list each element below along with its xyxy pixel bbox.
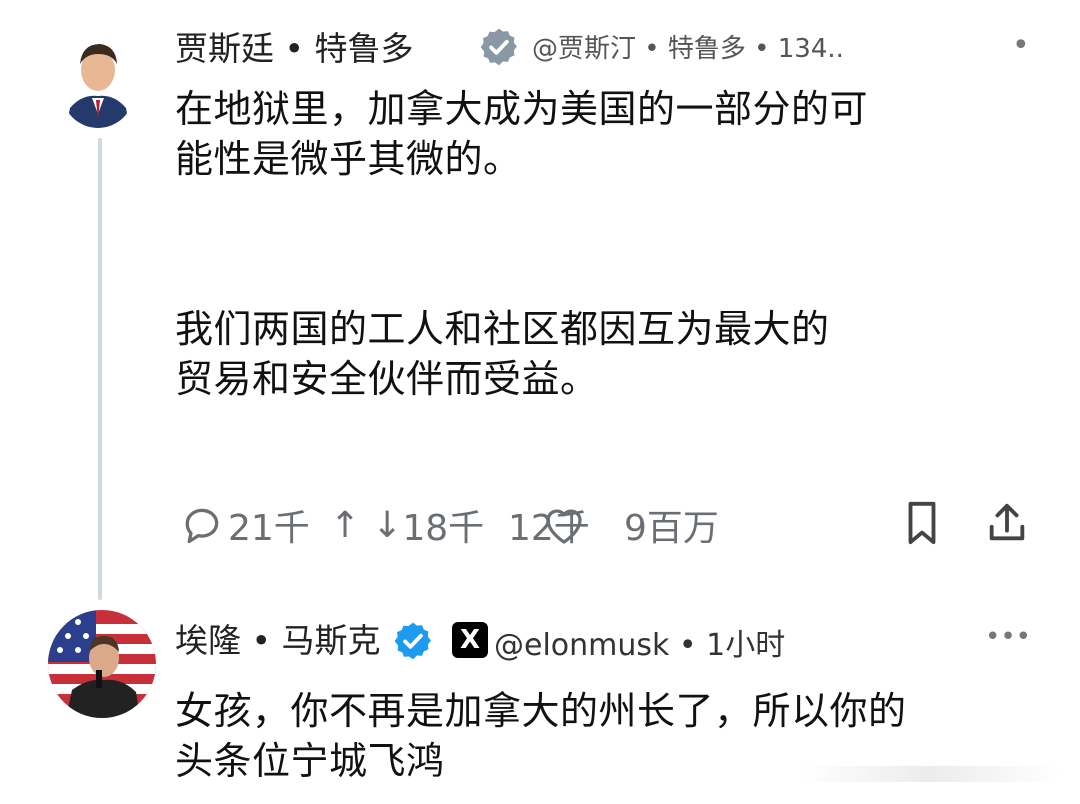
bookmark-icon [908,501,936,545]
musk-avatar-image [48,610,156,718]
tweet-body-line: 头条位宁城飞鸿 [175,739,445,783]
reply-icon [185,508,219,544]
share-icon [989,503,1025,541]
retweet-up-icon: ↑ [330,504,361,546]
handle-and-time: @贾斯汀 • 特鲁多 • 134.. [532,34,844,64]
x-logo-icon: X [452,622,488,658]
retweet-button[interactable]: ↑ ↓ 18千 [330,500,484,550]
author-name[interactable]: 贾斯廷 • 特鲁多 [175,22,413,70]
watermark-fade [800,766,1060,782]
tweet-body-line: 在地狱里，加拿大成为美国的一部分的可 [175,87,869,131]
trudeau-avatar-image [62,24,134,128]
verified-badge-icon [392,620,434,662]
author-name[interactable]: 埃隆 • 马斯克 [175,614,380,662]
trudeau-avatar[interactable] [62,24,134,128]
views-button[interactable]: 9百万 [624,500,719,550]
tweet-body-line: 贸易和安全伙伴而受益。 [175,357,599,401]
tweet-body-line: 我们两国的工人和社区都因互为最大的 [175,307,830,351]
more-options-button[interactable]: • [1012,28,1032,63]
thread-connector-line [98,138,102,600]
verified-badge-icon [478,26,520,68]
reply-button[interactable]: 21千 [180,500,310,550]
tweet-body-line: 能性是微乎其微的。 [175,137,522,181]
retweet-down-icon: ↓ [372,504,403,546]
reply-count: 21千 [228,508,310,549]
share-button[interactable] [984,500,1030,546]
more-options-button[interactable]: ••• [985,622,1031,652]
musk-avatar[interactable] [48,610,156,718]
views-count: 9百万 [624,508,719,549]
handle-and-time: @elonmusk • 1小时 [494,628,786,663]
bookmark-button[interactable] [902,500,942,546]
like-icon [540,502,588,546]
retweet-count: 18千 [402,508,485,549]
tweet-body-line: 女孩，你不再是加拿大的州长了，所以你的 [175,689,907,733]
